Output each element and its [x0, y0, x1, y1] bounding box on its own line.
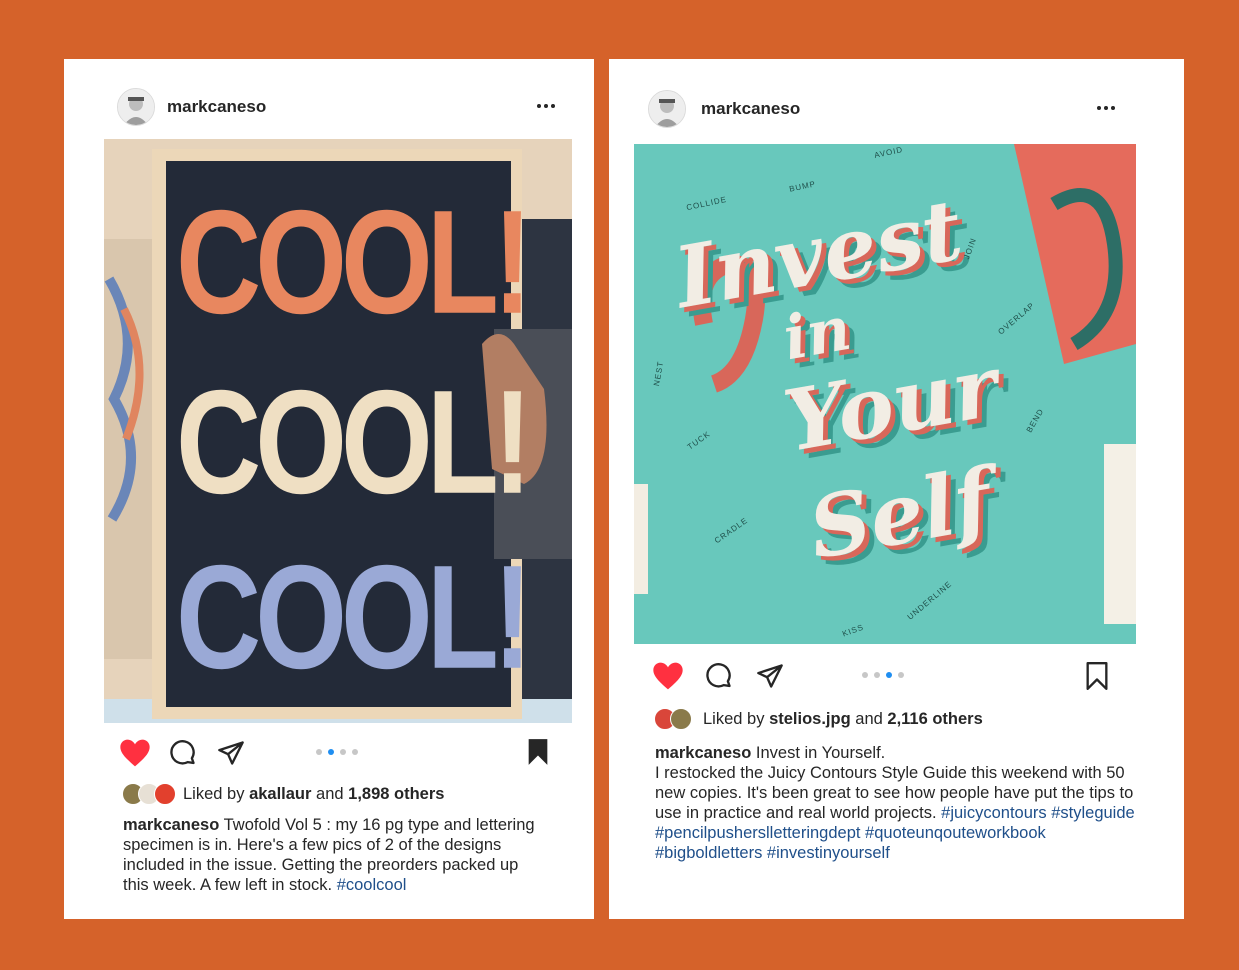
hashtag-link[interactable]: #coolcool — [337, 876, 407, 894]
bookmark-icon[interactable] — [1085, 662, 1109, 690]
caption-title: Invest in Yourself. — [755, 744, 886, 762]
post-caption: markcaneso Twofold Vol 5 : my 16 pg type… — [123, 815, 543, 895]
post-header: markcaneso — [64, 81, 594, 131]
hashtag-link[interactable]: #juicycontours #styleguide — [941, 804, 1135, 822]
carousel-dots — [862, 672, 912, 680]
post-header: markcaneso — [609, 83, 1184, 133]
profile-avatar[interactable] — [117, 88, 155, 126]
share-icon[interactable] — [217, 739, 245, 767]
post-photo[interactable]: Invest in Your Self COLLIDE BUMP AVOID J… — [634, 144, 1136, 644]
more-options-icon[interactable] — [1097, 103, 1119, 113]
caption-username[interactable]: markcaneso — [123, 816, 219, 834]
post-username[interactable]: markcaneso — [167, 97, 266, 117]
profile-avatar[interactable] — [648, 90, 686, 128]
comment-icon[interactable] — [705, 662, 733, 690]
likes-prefix: Liked by — [183, 785, 245, 803]
poster-word: COOL! — [176, 535, 532, 701]
likes-count[interactable]: 1,898 others — [348, 785, 444, 803]
liker-username[interactable]: akallaur — [249, 785, 311, 803]
share-icon[interactable] — [756, 662, 784, 690]
likes-summary[interactable]: Liked by stelios.jpg and 2,116 others — [703, 710, 983, 729]
hashtag-link[interactable]: #bigboldletters #investinyourself — [655, 843, 1155, 863]
like-heart-icon[interactable] — [119, 738, 151, 768]
caption-username[interactable]: markcaneso — [655, 744, 751, 762]
likes-joiner: and — [316, 785, 344, 803]
like-heart-icon[interactable] — [652, 661, 684, 691]
more-options-icon[interactable] — [537, 101, 559, 111]
comment-icon[interactable] — [169, 739, 197, 767]
likes-prefix: Liked by — [703, 710, 765, 728]
post-photo[interactable]: COOL! COOL! COOL! — [104, 139, 572, 723]
post-card-2: markcaneso Invest in Your Self COLLIDE B… — [609, 59, 1184, 919]
liker-username[interactable]: stelios.jpg — [769, 710, 851, 728]
post-caption: markcaneso Invest in Yourself. I restock… — [655, 743, 1155, 863]
post-card-1: markcaneso COOL! COOL! COOL! Liked by ak… — [64, 59, 594, 919]
poster-word: COOL! — [176, 180, 532, 346]
bookmark-icon[interactable] — [526, 738, 550, 766]
liker-avatars — [122, 783, 182, 805]
likes-joiner: and — [855, 710, 883, 728]
poster-word: COOL! — [176, 360, 532, 526]
liker-avatars — [654, 708, 698, 730]
hashtag-link[interactable]: #pencilpusherslletteringdept #quoteunqou… — [655, 823, 1155, 843]
post-username[interactable]: markcaneso — [701, 99, 800, 119]
likes-count[interactable]: 2,116 others — [887, 710, 982, 728]
likes-summary[interactable]: Liked by akallaur and 1,898 others — [183, 785, 444, 804]
carousel-dots — [316, 749, 366, 757]
